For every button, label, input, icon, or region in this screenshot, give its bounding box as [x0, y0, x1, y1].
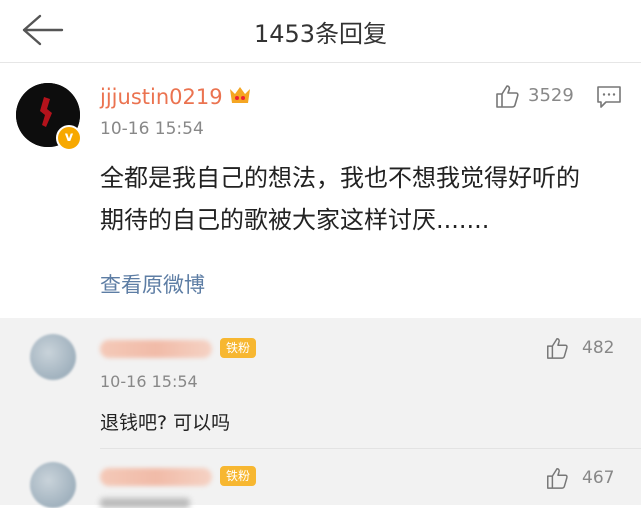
reply-time: 10-16 15:54: [100, 372, 198, 391]
verified-v-icon: v: [56, 125, 82, 151]
vip-badge-icon: [230, 87, 250, 103]
reply-text: 退钱吧? 可以吗: [100, 412, 231, 434]
comment-text-line: 期待的自己的歌被大家这样讨厌.......: [100, 206, 490, 234]
reply-time-blurred: [100, 498, 190, 508]
like-count: 467: [582, 468, 615, 488]
thumbs-up-icon[interactable]: [545, 336, 569, 360]
like-count: 482: [582, 338, 615, 358]
thumbs-up-icon[interactable]: [545, 466, 569, 490]
fan-badge: 铁粉: [220, 338, 257, 358]
post-time: 10-16 15:54: [100, 119, 204, 139]
header-bar: 1453条回复: [0, 0, 641, 62]
page-title: 1453条回复: [253, 20, 388, 48]
main-comment: v jjjustin0219 10-16 15:54 3529 全都是我自己的想…: [0, 63, 641, 318]
comment-icon[interactable]: [596, 85, 622, 109]
fan-badge: 铁粉: [220, 466, 257, 486]
username[interactable]: jjjustin0219: [100, 85, 223, 109]
avatar[interactable]: [30, 334, 76, 380]
comment-text: 全都是我自己的想法，我也不想我觉得好听的 期待的自己的歌被大家这样讨厌.....…: [100, 157, 620, 241]
comment-text-line: 全都是我自己的想法，我也不想我觉得好听的: [100, 164, 580, 192]
like-count: 3529: [528, 85, 574, 106]
reply-divider: [100, 448, 641, 449]
reply-list: 铁粉 482 10-16 15:54 退钱吧? 可以吗 铁粉 467: [0, 318, 641, 508]
reply-username-blurred[interactable]: [100, 468, 212, 486]
view-original-weibo-link[interactable]: 查看原微博: [100, 269, 205, 299]
avatar[interactable]: [30, 462, 76, 508]
thumbs-up-icon[interactable]: [494, 83, 520, 109]
reply-username-blurred[interactable]: [100, 340, 212, 358]
